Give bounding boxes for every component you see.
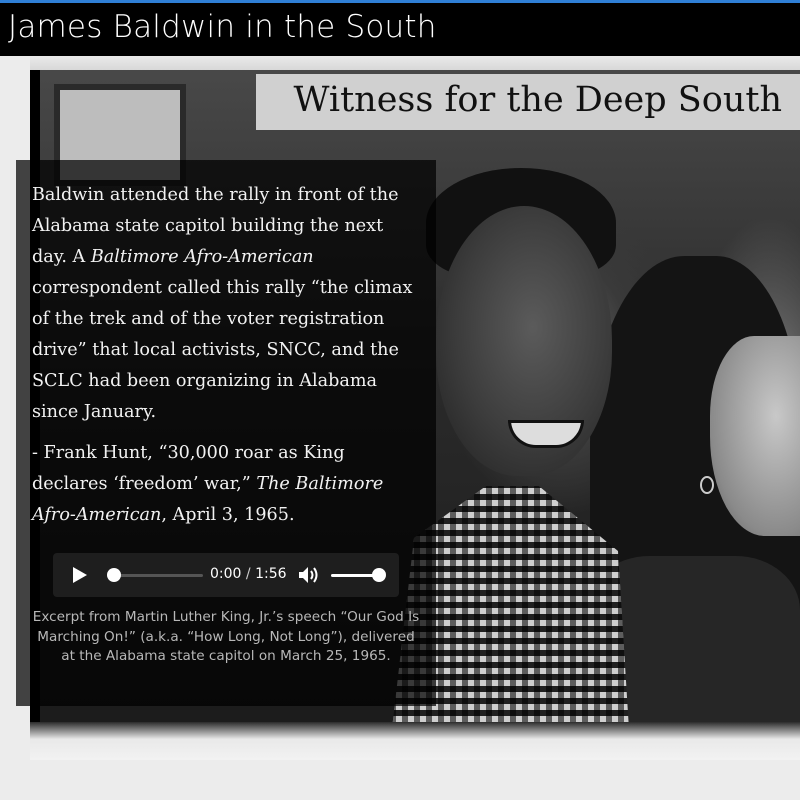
seek-slider[interactable] — [107, 568, 203, 582]
volume-thumb[interactable] — [372, 568, 386, 582]
caption-publication-title: Baltimore Afro-American — [90, 247, 314, 267]
audio-player: 0:00 / 1:56 — [53, 553, 399, 597]
play-icon[interactable] — [73, 567, 87, 583]
speaker-volume-icon[interactable] — [297, 565, 319, 585]
site-title[interactable]: James Baldwin in the South — [8, 9, 437, 45]
time-display: 0:00 / 1:56 — [210, 566, 287, 582]
site-header: James Baldwin in the South — [0, 0, 800, 56]
audio-caption: Excerpt from Martin Luther King, Jr.’s s… — [32, 609, 420, 664]
seek-thumb[interactable] — [107, 568, 121, 582]
duration: 1:56 — [255, 566, 287, 582]
volume-slider[interactable] — [331, 568, 386, 582]
current-time: 0:00 — [210, 566, 242, 582]
section-banner: Witness for the Deep South — [256, 74, 800, 130]
film-border-top — [30, 56, 800, 70]
photo-earring — [700, 476, 714, 494]
citation-text-2: , April 3, 1965. — [161, 505, 295, 525]
caption-citation: - Frank Hunt, “30,000 roar as King decla… — [32, 438, 420, 531]
section-title: Witness for the Deep South — [293, 80, 782, 120]
film-border-bottom — [30, 722, 800, 760]
caption-text-2: correspondent called this rally “the cli… — [32, 278, 413, 422]
time-separator: / — [245, 566, 251, 582]
caption-paragraph: Baldwin attended the rally in front of t… — [32, 180, 420, 428]
